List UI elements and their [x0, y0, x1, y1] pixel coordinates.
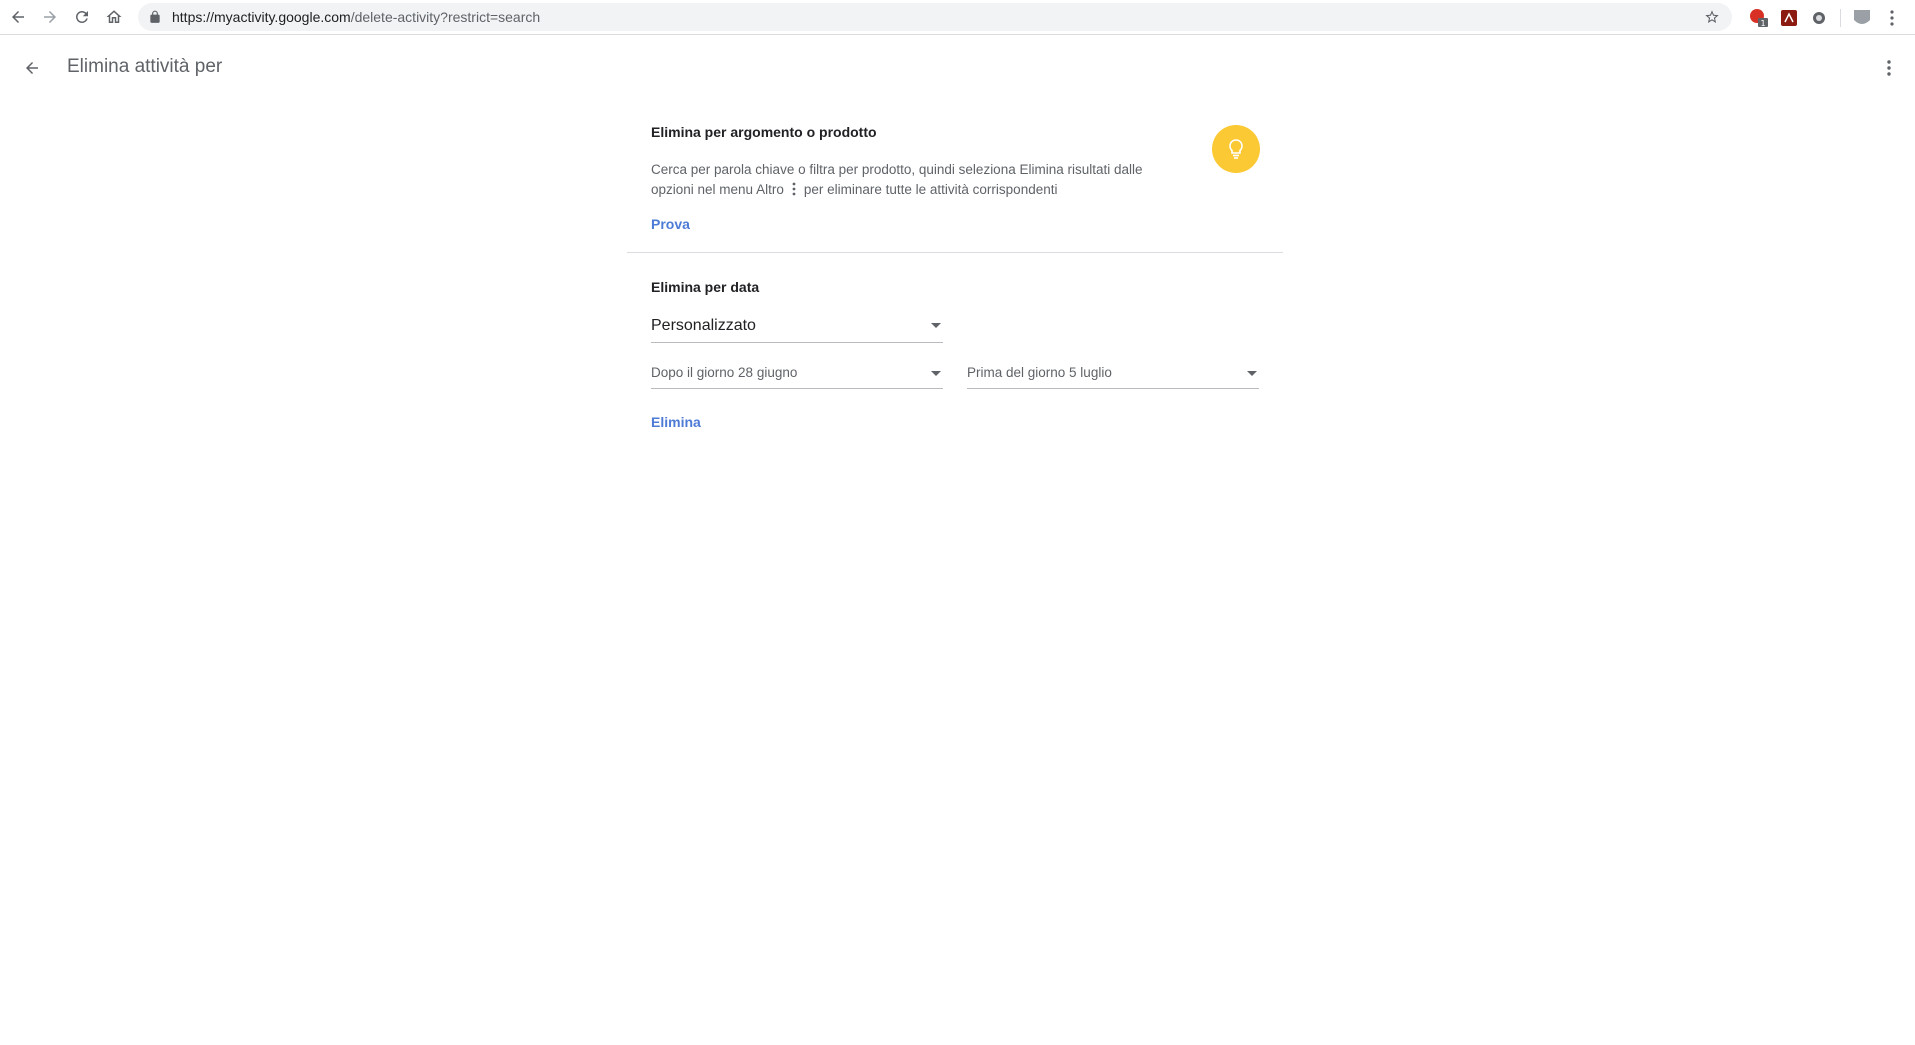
browser-toolbar: https://myactivity.google.com/delete-act…: [0, 0, 1915, 35]
stop-sign-icon: 1: [1750, 8, 1768, 28]
browser-back-button[interactable]: [2, 1, 34, 33]
url-path: /delete-activity?restrict=search: [350, 9, 541, 25]
shield-icon: [1854, 9, 1870, 24]
address-bar[interactable]: https://myactivity.google.com/delete-act…: [138, 3, 1732, 31]
topic-section-title: Elimina per argomento o prodotto: [651, 124, 877, 140]
date-section-title: Elimina per data: [651, 279, 760, 295]
arrow-right-icon: [44, 11, 56, 23]
back-button[interactable]: [16, 52, 48, 84]
browser-home-button[interactable]: [98, 1, 130, 33]
more-vert-icon: [1890, 9, 1894, 26]
extension-shield[interactable]: [1847, 3, 1877, 33]
date-range-select[interactable]: Personalizzato: [651, 313, 943, 343]
toolbar-divider: [1840, 8, 1841, 27]
circle-extension-icon: [1813, 11, 1825, 24]
after-date-value: Dopo il giorno 28 giugno: [651, 365, 798, 380]
topic-desc-part2: per eliminare tutte le attività corrispo…: [803, 182, 1058, 197]
page-title: Elimina attività per: [67, 56, 223, 77]
extension-badge: 1: [1760, 19, 1765, 28]
arrow-back-icon: [26, 62, 38, 74]
lightbulb-badge: [1212, 125, 1260, 173]
lightbulb-icon: [1229, 139, 1243, 159]
home-icon: [106, 10, 122, 23]
before-date-select[interactable]: Prima del giorno 5 luglio: [967, 365, 1259, 389]
delete-activity-card: Elimina per argomento o prodotto Cerca p…: [627, 100, 1283, 432]
topic-section-description: Cerca per parola chiave o filtra per pro…: [651, 160, 1181, 200]
custom-date-row: Dopo il giorno 28 giugno Prima del giorn…: [651, 365, 1259, 389]
extension-pdf[interactable]: [1774, 3, 1804, 33]
browser-forward-button[interactable]: [34, 1, 66, 33]
extension-adblock[interactable]: 1: [1744, 3, 1774, 33]
bookmark-star-icon[interactable]: [1704, 9, 1720, 25]
reload-icon: [75, 10, 88, 23]
app-header: Elimina attività per: [0, 36, 1915, 100]
dropdown-caret-icon: [1247, 371, 1257, 376]
extension-circle[interactable]: [1804, 3, 1834, 33]
delete-by-topic-section: Elimina per argomento o prodotto Cerca p…: [627, 100, 1283, 253]
after-date-select[interactable]: Dopo il giorno 28 giugno: [651, 365, 943, 389]
arrow-left-icon: [12, 11, 24, 23]
before-date-value: Prima del giorno 5 luglio: [967, 365, 1112, 380]
delete-button[interactable]: Elimina: [651, 414, 701, 430]
date-range-value: Personalizzato: [651, 317, 756, 334]
browser-reload-button[interactable]: [66, 1, 98, 33]
url-host: https://myactivity.google.com: [172, 9, 351, 25]
browser-menu-button[interactable]: [1877, 3, 1907, 33]
dropdown-caret-icon: [931, 323, 941, 328]
try-button[interactable]: Prova: [651, 216, 690, 232]
more-options-button[interactable]: [1873, 52, 1905, 84]
lock-icon: [150, 10, 160, 23]
extensions-area: 1: [1744, 0, 1915, 35]
more-vert-icon: [1887, 60, 1891, 76]
delete-by-date-section: Elimina per data Personalizzato Dopo il …: [627, 253, 1283, 432]
more-vert-inline-icon: [792, 182, 796, 196]
pdf-icon: [1781, 9, 1797, 26]
dropdown-caret-icon: [931, 371, 941, 376]
